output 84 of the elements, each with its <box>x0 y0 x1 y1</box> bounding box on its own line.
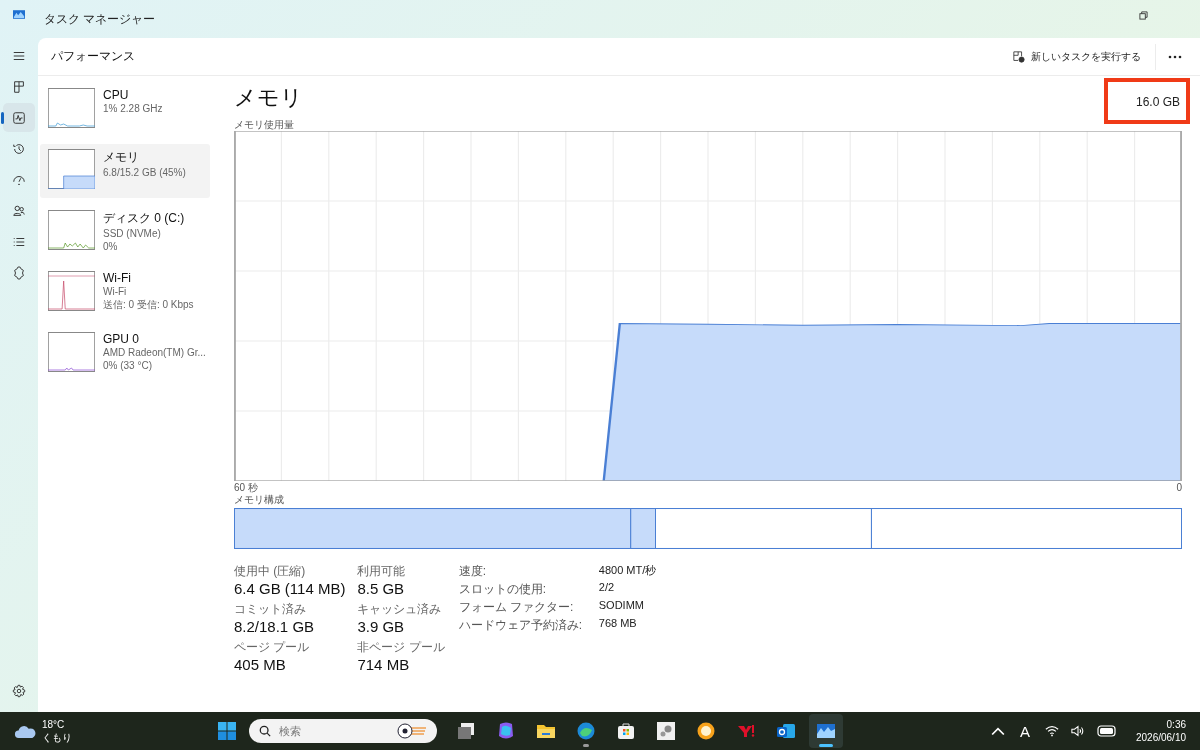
device-info: 送信: 0 受信: 0 Kbps <box>103 298 194 311</box>
device-item[interactable]: メモリ 6.8/15.2 GB (45%) <box>40 144 210 198</box>
stat-value: 3.9 GB <box>357 618 406 635</box>
chart-label: メモリ使用量 <box>234 119 295 131</box>
property-label: ハードウェア予約済み: <box>458 617 584 634</box>
device-item[interactable]: Wi-Fi Wi-Fi 送信: 0 受信: 0 Kbps <box>40 266 210 320</box>
puzzle-icon <box>12 265 26 280</box>
mail-icon <box>775 721 796 741</box>
property-label: スロットの使用: <box>458 581 548 598</box>
thumbnail-graph <box>48 149 95 189</box>
stat-value: 6.4 GB (114 MB) <box>234 580 346 597</box>
cloud-icon <box>14 723 36 739</box>
history-icon <box>12 141 26 156</box>
bag-icon <box>615 721 636 741</box>
thumbnail-graph <box>48 332 95 372</box>
speaker-icon <box>1070 725 1085 737</box>
chart-icon <box>815 721 836 741</box>
restore-icon[interactable] <box>1139 10 1148 20</box>
device-name: メモリ <box>103 149 140 166</box>
search-field[interactable]: 検索 <box>248 719 437 743</box>
axis-label: 60 秒 <box>234 481 258 494</box>
property-value: 2/2 <box>598 581 616 595</box>
stat-label: キャッシュ済み <box>357 601 443 618</box>
taskbar-app[interactable] <box>808 714 843 748</box>
ball-icon <box>396 723 427 739</box>
property-label: フォーム ファクター: <box>458 599 575 616</box>
windows-icon <box>455 721 476 741</box>
property-value: 4800 MT/秒 <box>598 563 657 578</box>
device-info: SSD (NVMe) <box>103 227 162 240</box>
device-info: 6.8/15.2 GB (45%) <box>103 166 186 179</box>
app-icon <box>13 9 25 19</box>
thumbnail-graph <box>48 88 95 128</box>
clock-time[interactable]: 0:36 <box>1166 718 1186 731</box>
stat-value: 405 MB <box>234 656 287 673</box>
device-item[interactable]: CPU 1% 2.28 GHz <box>40 83 210 137</box>
stat-label: 非ページ プール <box>357 639 445 656</box>
stat-value: 8.5 GB <box>357 580 406 597</box>
property-label: 速度: <box>458 563 488 580</box>
battery-icon <box>1096 725 1117 737</box>
device-name: GPU 0 <box>103 332 140 346</box>
nav-item[interactable] <box>3 103 35 132</box>
weather-condition: くもり <box>42 731 72 744</box>
thumbnail-graph <box>48 210 95 250</box>
run-task-button[interactable]: 新しいタスクを実行する <box>1007 45 1147 68</box>
users-icon <box>12 203 26 218</box>
page-title: パフォーマンス <box>51 48 135 65</box>
chart-icon <box>12 110 26 125</box>
new-task-icon <box>1013 50 1025 63</box>
device-info: 0% (33 °C) <box>103 359 153 372</box>
device-name: ディスク 0 (C:) <box>103 210 185 227</box>
stat-value: 8.2/18.1 GB <box>234 618 316 635</box>
chevron-up-icon[interactable] <box>990 725 1005 737</box>
thumbnail-graph <box>48 271 95 311</box>
device-info: 1% 2.28 GHz <box>103 102 163 115</box>
clock-date[interactable]: 2026/06/10 <box>1135 731 1186 744</box>
more-icon <box>1168 54 1182 59</box>
ime-indicator[interactable]: A <box>1019 722 1030 740</box>
device-name: Wi-Fi <box>103 271 132 285</box>
chart-label: メモリ構成 <box>234 494 285 506</box>
grid-icon <box>12 79 26 94</box>
search-icon <box>258 725 271 737</box>
start-icon[interactable] <box>216 721 237 741</box>
device-item[interactable]: GPU 0 AMD Radeon(TM) Gr... 0% (33 °C) <box>40 327 210 381</box>
settings-icon <box>12 683 26 698</box>
axis-label: 0 <box>1176 481 1182 494</box>
stat-label: 使用中 (圧縮) <box>234 563 307 580</box>
window-title: タスク マネージャー <box>44 10 156 28</box>
section-title: メモリ <box>234 83 303 112</box>
stat-value: 714 MB <box>357 656 411 673</box>
stat-label: 利用可能 <box>357 563 407 580</box>
device-info: 0% <box>103 240 119 253</box>
device-info: AMD Radeon(TM) Gr... <box>103 346 206 359</box>
stat-label: コミット済み <box>234 601 307 618</box>
temperature: 18°C <box>42 718 66 731</box>
device-info: Wi-Fi <box>103 285 128 298</box>
gears-icon <box>655 721 676 741</box>
property-value: SODIMM <box>598 599 645 613</box>
device-item[interactable]: ディスク 0 (C:) SSD (NVMe) 0% <box>40 205 210 259</box>
browser-icon <box>575 721 596 741</box>
property-value: 768 MB <box>598 617 638 631</box>
total-memory: 16.0 GB <box>1135 94 1180 109</box>
stat-label: ページ プール <box>234 639 311 656</box>
device-name: CPU <box>103 88 130 102</box>
wifi-icon <box>1044 725 1059 737</box>
